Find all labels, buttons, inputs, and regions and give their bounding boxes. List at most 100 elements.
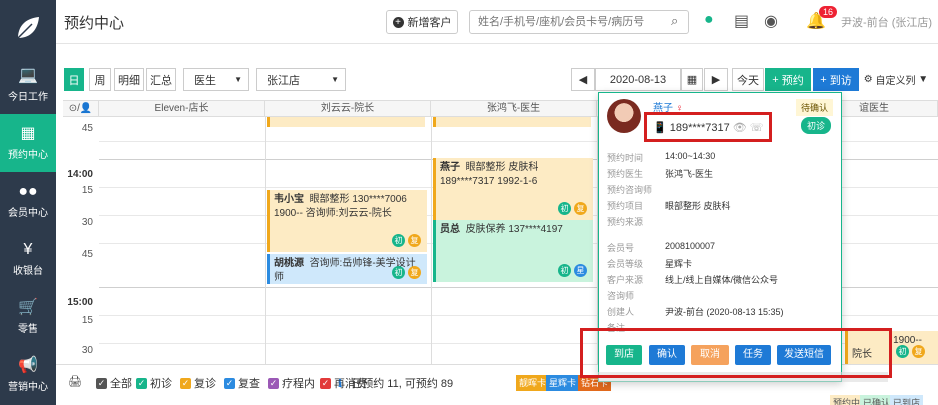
- caret-down-icon: ▼: [331, 75, 339, 84]
- check-icon: ✓: [180, 377, 191, 389]
- column-header: 刘云云-院长: [265, 101, 431, 117]
- first-visit-tag: 初: [392, 234, 405, 247]
- yen-icon: ¥: [23, 240, 33, 258]
- appointment-card[interactable]: 燕子 眼部整形 皮肤科 189****7317 1992-1-6 初 复: [433, 158, 593, 220]
- highlight-box: [644, 112, 772, 142]
- sidebar-item-appointment[interactable]: ▦ 预约中心: [0, 114, 56, 172]
- revisit-tag: 复: [408, 234, 421, 247]
- appointment-card[interactable]: 韦小宝 眼部整形 130****7006 1900-- 咨询师:刘云云-院长 初…: [267, 190, 427, 252]
- calendar-icon: ▦: [20, 124, 36, 142]
- clock-icon: ⊙/👤: [68, 103, 93, 114]
- sidebar-item-label: 预约中心: [8, 149, 48, 161]
- status-badge: 待确认: [795, 99, 833, 116]
- top-header: 预约中心 +新增客户 ⌕ ● ▤ ◉ 🔔 16 尹波-前台 (张江店): [56, 0, 938, 44]
- caret-down-icon: ▼: [915, 74, 929, 85]
- calendar-icon: ▦: [686, 74, 698, 86]
- appointment-sub: 1900-- 咨询师:刘云云-院长: [274, 208, 392, 219]
- add-customer-label: 新增客户: [407, 17, 452, 29]
- legend-item: 预约中: [830, 395, 864, 405]
- calendar-picker-button[interactable]: ▦: [681, 68, 703, 91]
- revisit-tag: 复: [574, 202, 587, 215]
- view-summary-button[interactable]: 汇总: [146, 68, 176, 91]
- sidebar-item-today[interactable]: 💻 今日工作: [0, 56, 56, 114]
- appointment-card[interactable]: [433, 117, 591, 127]
- filter-checkbox[interactable]: ✓ 疗程内: [268, 375, 315, 391]
- sidebar-item-marketing[interactable]: 📢 营销中心: [0, 346, 56, 404]
- new-appointment-button[interactable]: + 预约: [765, 68, 811, 91]
- check-icon: ✓: [268, 377, 279, 389]
- field-value: 2008100007: [665, 241, 716, 251]
- today-button[interactable]: 今天: [732, 68, 764, 91]
- search-icon[interactable]: ⌕: [671, 13, 678, 29]
- search-input[interactable]: [469, 10, 689, 34]
- filter-label: 初诊: [150, 378, 172, 390]
- check-icon: ✓: [224, 377, 235, 389]
- field-label: 预约时间: [607, 153, 644, 163]
- plus-icon: +: [772, 73, 782, 86]
- info-summary: ℹ 已预约 11, 可预约 89: [338, 375, 453, 391]
- filter-checkbox[interactable]: ✓ 复诊: [180, 375, 216, 391]
- field-label: 创建人: [607, 307, 635, 317]
- info-icon: ℹ: [338, 377, 343, 390]
- legend-item: 星辉卡: [546, 375, 580, 391]
- appointment-name: 胡桃源: [274, 258, 304, 269]
- appointment-info: 眼部整形 130****7006: [309, 194, 407, 205]
- summary-text: 已预约 11, 可预约 89: [351, 378, 454, 390]
- field-label: 预约医生: [607, 169, 644, 179]
- date-input[interactable]: 2020-08-13: [595, 68, 681, 91]
- view-detail-button[interactable]: 明细: [114, 68, 144, 91]
- clipboard-icon[interactable]: ▤: [734, 11, 749, 31]
- arrive-button[interactable]: + 到访: [813, 68, 859, 91]
- doctor-select[interactable]: 医生 ▼: [183, 68, 249, 91]
- laptop-icon: 💻: [18, 66, 38, 84]
- custom-columns-button[interactable]: ⚙ 自定义列 ▼: [862, 68, 930, 91]
- appointment-card[interactable]: [267, 117, 425, 127]
- legend-item: 已到店: [890, 395, 924, 405]
- arrow-left-icon: ◀: [578, 74, 588, 86]
- first-visit-tag: 初: [896, 345, 909, 358]
- legend-item: 靓晖卡: [516, 375, 550, 391]
- page-title: 预约中心: [64, 15, 125, 32]
- wechat-icon[interactable]: ●: [704, 11, 714, 29]
- field-value: 星辉卡: [665, 259, 693, 269]
- doctor-select-value: 医生: [194, 74, 216, 87]
- column-divider: [431, 117, 432, 364]
- first-visit-tag: 初: [392, 266, 405, 279]
- current-user[interactable]: 尹波-前台 (张江店): [841, 14, 932, 30]
- field-label: 客户来源: [607, 275, 644, 285]
- prev-day-button[interactable]: ◀: [571, 68, 595, 91]
- store-select[interactable]: 张江店 ▼: [256, 68, 346, 91]
- add-customer-button[interactable]: + 新增客户: [386, 10, 458, 34]
- custom-columns-label: 自定义列: [875, 76, 916, 87]
- field-value: 14:00~14:30: [665, 151, 716, 161]
- field-value: 眼部整形 皮肤科: [665, 201, 731, 211]
- view-week-button[interactable]: 周: [89, 68, 111, 91]
- next-day-button[interactable]: ▶: [704, 68, 728, 91]
- leaf-logo-icon: [17, 17, 39, 39]
- sidebar-item-members[interactable]: ●● 会员中心: [0, 172, 56, 230]
- filter-checkbox[interactable]: ✓ 初诊: [136, 375, 172, 391]
- plus-icon: +: [820, 73, 830, 86]
- field-label: 预约项目: [607, 201, 644, 211]
- sidebar-item-label: 今日工作: [8, 91, 48, 103]
- print-icon[interactable]: 🖨: [68, 375, 82, 388]
- sidebar: 💻 今日工作 ▦ 预约中心 ●● 会员中心 ¥ 收银台 🛒 零售 📢 营销中心: [0, 0, 56, 405]
- appointment-card[interactable]: 员总 皮肤保养 137****4197 初 星: [433, 220, 593, 282]
- sidebar-item-retail[interactable]: 🛒 零售: [0, 288, 56, 346]
- field-value: 尹波-前台 (2020-08-13 15:35): [665, 307, 784, 317]
- field-label: 咨询师: [607, 291, 635, 301]
- view-day-button[interactable]: 日: [64, 68, 84, 91]
- filter-checkbox[interactable]: ✓ 全部: [96, 375, 132, 391]
- appointment-name: 员总: [440, 224, 460, 235]
- sidebar-item-cashier[interactable]: ¥ 收银台: [0, 230, 56, 288]
- appointment-sub: 189****7317 1992-1-6: [440, 176, 538, 187]
- caret-down-icon: ▼: [234, 75, 242, 84]
- group-icon[interactable]: ◉: [764, 11, 778, 31]
- toolbar: 日 周 明细 汇总 医生 ▼ 张江店 ▼ ◀ 2020-08-13 ▦ ▶ 今天 +…: [56, 56, 938, 91]
- users-icon: ●●: [18, 182, 38, 200]
- field-label: 预约咨询师: [607, 185, 653, 195]
- filter-checkbox[interactable]: ✓ 复查: [224, 375, 260, 391]
- time-label: 14:00: [67, 169, 93, 180]
- field-label: 会员等级: [607, 259, 644, 269]
- appointment-card[interactable]: 胡桃源 咨询师:岳帅锋-美学设计师 初 复: [267, 254, 427, 284]
